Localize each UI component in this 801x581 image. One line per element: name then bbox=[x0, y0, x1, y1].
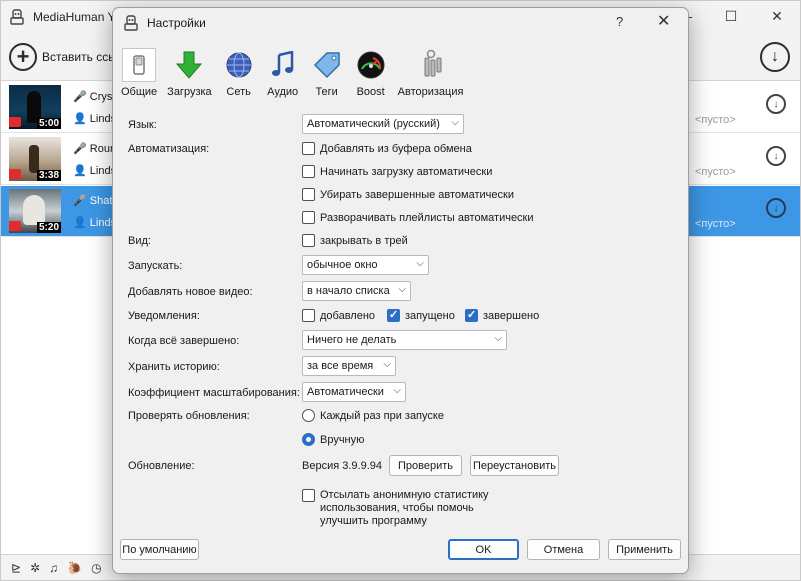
update-label: Обновление: bbox=[128, 460, 195, 472]
video-empty-label: <пусто> bbox=[695, 114, 736, 126]
check-update-button[interactable]: Проверить bbox=[389, 455, 462, 476]
chevron-down-icon: ⌵ bbox=[451, 117, 459, 128]
maximize-button[interactable]: ☐ bbox=[708, 1, 754, 31]
youtube-icon bbox=[9, 117, 21, 127]
scale-select[interactable]: Автоматически ⌵ bbox=[302, 382, 406, 402]
auto-start-checkbox[interactable]: Начинать загрузку автоматически bbox=[302, 165, 492, 178]
settings-gear-icon[interactable]: ✲ bbox=[30, 561, 40, 575]
video-empty-label: <пусто> bbox=[695, 218, 736, 230]
chevron-down-icon: ⌵ bbox=[494, 333, 502, 344]
main-window-title: MediaHuman Y bbox=[33, 10, 116, 24]
add-video-select[interactable]: в начало списка ⌵ bbox=[302, 281, 411, 301]
tab-download[interactable]: Загрузка bbox=[167, 48, 212, 104]
music-note-icon[interactable]: ♫ bbox=[49, 561, 58, 575]
chevron-down-icon: ⌵ bbox=[393, 385, 401, 396]
update-manual-radio[interactable]: Вручную bbox=[302, 433, 364, 446]
keys-icon bbox=[414, 48, 448, 82]
speedometer-icon bbox=[354, 48, 388, 82]
add-video-label: Добавлять новое видео: bbox=[128, 286, 253, 298]
snail-icon[interactable]: 🐌 bbox=[67, 561, 82, 575]
check-updates-label: Проверять обновления: bbox=[128, 410, 250, 422]
music-note-icon bbox=[266, 48, 300, 82]
switch-icon bbox=[122, 48, 157, 82]
automation-label: Автоматизация: bbox=[128, 143, 210, 155]
video-title: 🎤 Cryst bbox=[73, 91, 116, 103]
video-duration: 5:20 bbox=[36, 222, 61, 233]
video-artist: 👤 Linds bbox=[73, 217, 117, 229]
video-title: 🎤 Shatt bbox=[73, 195, 116, 207]
chevron-down-icon: ⌵ bbox=[416, 258, 424, 269]
tab-network[interactable]: Сеть bbox=[222, 48, 256, 104]
launch-label: Запускать: bbox=[128, 260, 183, 272]
ok-button[interactable]: OK bbox=[448, 539, 519, 560]
dialog-close-button[interactable]: ✕ bbox=[657, 11, 670, 31]
dialog-titlebar: Настройки ? ✕ bbox=[113, 8, 688, 38]
defaults-button[interactable]: По умолчанию bbox=[120, 539, 199, 560]
download-all-button[interactable]: ↓ bbox=[760, 42, 790, 72]
when-done-select[interactable]: Ничего не делать ⌵ bbox=[302, 330, 507, 350]
tab-general[interactable]: Общие bbox=[121, 48, 157, 104]
video-duration: 3:38 bbox=[36, 170, 61, 181]
auto-clipboard-checkbox[interactable]: Добавлять из буфера обмена bbox=[302, 142, 472, 155]
video-thumbnail: 5:20 bbox=[9, 189, 61, 233]
launch-select[interactable]: обычное окно ⌵ bbox=[302, 255, 429, 275]
close-window-button[interactable]: ✕ bbox=[754, 1, 800, 31]
tag-icon bbox=[310, 48, 344, 82]
row-download-button[interactable]: ↓ bbox=[766, 198, 786, 218]
settings-tabs: Общие Загрузка Сеть Аудио Теги Boost Авт… bbox=[121, 48, 473, 104]
youtube-icon bbox=[9, 221, 21, 231]
reinstall-button[interactable]: Переустановить bbox=[470, 455, 559, 476]
apply-button[interactable]: Применить bbox=[608, 539, 681, 560]
clipboard-icon[interactable]: ⊵ bbox=[11, 561, 21, 575]
youtube-icon bbox=[9, 169, 21, 179]
video-title: 🎤 Roun bbox=[73, 143, 117, 155]
scale-label: Коэффициент масштабирования: bbox=[128, 387, 300, 399]
notify-added-checkbox[interactable]: добавлено bbox=[302, 309, 375, 322]
row-download-button[interactable]: ↓ bbox=[766, 94, 786, 114]
notify-started-checkbox[interactable]: запущено bbox=[387, 308, 455, 322]
paste-link-button[interactable]: Вставить ссыл bbox=[42, 50, 112, 64]
app-logo-icon bbox=[10, 9, 24, 25]
language-select[interactable]: Автоматический (русский) ⌵ bbox=[302, 114, 464, 134]
dialog-title: Настройки bbox=[147, 16, 206, 30]
app-logo-icon bbox=[124, 15, 138, 31]
settings-dialog: Настройки ? ✕ Общие Загрузка Сеть Аудио … bbox=[112, 7, 689, 574]
auto-expand-playlists-checkbox[interactable]: Разворачивать плейлисты автоматически bbox=[302, 211, 534, 224]
video-duration: 5:00 bbox=[36, 118, 61, 129]
history-label: Хранить историю: bbox=[128, 361, 220, 373]
update-on-launch-radio[interactable]: Каждый раз при запуске bbox=[302, 409, 444, 422]
notify-finished-checkbox[interactable]: завершено bbox=[465, 308, 539, 322]
cancel-button[interactable]: Отмена bbox=[527, 539, 600, 560]
download-arrow-icon bbox=[172, 48, 206, 82]
close-to-tray-checkbox[interactable]: закрывать в трей bbox=[302, 234, 408, 247]
video-artist: 👤 Linds bbox=[73, 113, 117, 125]
row-download-button[interactable]: ↓ bbox=[766, 146, 786, 166]
video-empty-label: <пусто> bbox=[695, 166, 736, 178]
tab-tags[interactable]: Теги bbox=[310, 48, 344, 104]
auto-remove-checkbox[interactable]: Убирать завершенные автоматически bbox=[302, 188, 514, 201]
send-stats-checkbox[interactable]: Отсылать анонимную статистику использова… bbox=[302, 489, 489, 528]
notifications-label: Уведомления: bbox=[128, 310, 200, 322]
globe-icon bbox=[222, 48, 256, 82]
chevron-down-icon: ⌵ bbox=[398, 284, 406, 295]
video-thumbnail: 5:00 bbox=[9, 85, 61, 129]
tab-audio[interactable]: Аудио bbox=[266, 48, 300, 104]
tab-authorization[interactable]: Авторизация bbox=[398, 48, 463, 104]
language-label: Язык: bbox=[128, 119, 157, 131]
video-thumbnail: 3:38 bbox=[9, 137, 61, 181]
view-label: Вид: bbox=[128, 235, 151, 247]
add-link-icon[interactable]: + bbox=[9, 42, 37, 71]
version-text: Версия 3.9.9.94 bbox=[302, 460, 382, 472]
history-select[interactable]: за все время ⌵ bbox=[302, 356, 396, 376]
video-artist: 👤 Linds bbox=[73, 165, 117, 177]
clock-icon[interactable]: ◷ bbox=[91, 561, 101, 575]
help-button[interactable]: ? bbox=[616, 14, 623, 29]
tab-boost[interactable]: Boost bbox=[354, 48, 388, 104]
chevron-down-icon: ⌵ bbox=[383, 359, 391, 370]
when-done-label: Когда всё завершено: bbox=[128, 335, 240, 347]
